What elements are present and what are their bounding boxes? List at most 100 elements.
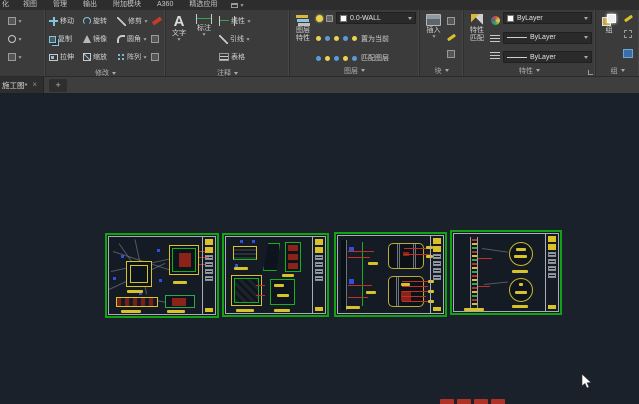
ungroup-icon[interactable] (624, 30, 632, 38)
match-properties-button[interactable]: 特性 匹配 (467, 12, 487, 63)
create-block-icon[interactable] (447, 17, 455, 25)
color-wheel-icon[interactable] (491, 16, 500, 25)
drawing-sheet-4[interactable] (450, 230, 562, 315)
new-drawing-tab-button[interactable]: + (49, 79, 67, 92)
sheet1-detail-bottomright (165, 295, 195, 308)
linetype-sample (507, 57, 527, 58)
label-smudge (121, 310, 141, 313)
match-layer-button[interactable]: 匹配图层 (361, 53, 389, 63)
draw-tool-1[interactable] (8, 12, 42, 30)
ribbon-tab-manage[interactable]: 管理 (45, 0, 75, 10)
insert-block-button[interactable]: 插入 (423, 12, 444, 63)
sheet2-detail-trapezoid (263, 243, 280, 271)
sheet2-detail-bigsquare (231, 275, 262, 306)
scale-button[interactable]: 缩放 (83, 48, 113, 66)
group-selection-toggle-icon[interactable] (623, 49, 633, 58)
label-smudge (173, 281, 187, 284)
copy-button[interactable]: 复制 (49, 30, 79, 48)
sheet2-inner-border (225, 236, 326, 314)
text-button[interactable]: A 文字 (169, 12, 189, 66)
ribbon-tab-view[interactable]: 视图 (15, 0, 45, 10)
layer-thaw-icon[interactable] (334, 56, 339, 61)
panel-properties: 特性 匹配 ByLayer ByLayer (464, 10, 596, 76)
sheet2-title-block (312, 237, 325, 313)
close-icon[interactable]: × (32, 81, 37, 89)
drawing-sheet-3[interactable] (334, 232, 447, 317)
label-smudge (167, 310, 185, 313)
offset-icon[interactable] (151, 53, 159, 61)
ribbon-tab-a360[interactable]: A360 (149, 0, 181, 10)
fillet-button[interactable]: 圆角 (117, 30, 147, 48)
layer-unisolate-icon[interactable] (316, 56, 321, 61)
table-button[interactable]: 表格 (219, 48, 251, 66)
linetype-list-icon[interactable] (490, 51, 500, 59)
ribbon-tab-featured-apps[interactable]: 精选应用 (181, 0, 225, 10)
draw-tool-2[interactable] (8, 30, 42, 48)
ribbon-minimize-button[interactable] (231, 3, 244, 8)
leader-line (402, 296, 426, 297)
leader-line (478, 286, 490, 287)
layer-walk-icon[interactable] (352, 36, 357, 41)
drawing-sheet-1[interactable] (105, 233, 219, 318)
layer-dropdown[interactable]: 0.0-WALL (336, 12, 416, 24)
stretch-button[interactable]: 拉伸 (49, 48, 79, 66)
ribbon-tab-parametric-partial[interactable]: 化 (0, 0, 15, 10)
rotate-icon (83, 17, 91, 25)
drawing-sheet-2[interactable] (222, 233, 329, 317)
erase-icon[interactable] (152, 16, 162, 25)
sheet4-tick-markers (472, 239, 477, 305)
layer-properties-button[interactable]: 图层 特性 (293, 12, 313, 63)
linetype-dropdown[interactable]: ByLayer (503, 51, 592, 63)
layer-isolate-icon[interactable] (316, 15, 323, 22)
sheet2-detail-bottommid (270, 279, 295, 305)
sketch-line (482, 248, 508, 253)
panel-label-group[interactable]: 组 (596, 65, 639, 76)
group-edit-icon[interactable] (623, 15, 632, 23)
label-smudge (277, 294, 289, 297)
lineweight-dropdown[interactable]: ByLayer (503, 32, 592, 44)
trim-button[interactable]: 修剪 (117, 12, 148, 30)
dimension-button[interactable]: 标注 (193, 12, 215, 66)
lineweight-list-icon[interactable] (490, 34, 500, 42)
model-space-canvas[interactable] (0, 93, 639, 404)
panel-label-block[interactable]: 块 (420, 65, 463, 76)
leader-line (348, 285, 372, 286)
file-tab-active[interactable]: 施工图* × (0, 77, 44, 93)
leader-button[interactable]: 引线 (219, 30, 251, 48)
draw-tool-3[interactable] (8, 48, 42, 66)
layer-off-icon[interactable] (316, 36, 321, 41)
group-button[interactable]: 组 (599, 12, 619, 63)
layer-on-icon[interactable] (325, 56, 330, 61)
layer-prev-icon[interactable] (352, 56, 357, 61)
set-current-layer-button[interactable]: 置为当前 (361, 34, 389, 44)
edit-block-icon[interactable] (447, 34, 456, 42)
rotate-button[interactable]: 旋转 (83, 12, 113, 30)
layer-settings-icon[interactable] (326, 15, 333, 22)
red-watermark-clipped (440, 399, 510, 404)
leader-line (402, 281, 430, 282)
object-color-dropdown[interactable]: ByLayer (503, 12, 592, 24)
chevron-down-icon (202, 33, 205, 35)
layer-freeze-icon[interactable] (325, 36, 330, 41)
leader-line (402, 286, 428, 287)
array-button[interactable]: 阵列 (117, 48, 147, 66)
panel-label-properties[interactable]: 特性 (464, 65, 595, 76)
block-editor-icon[interactable] (447, 50, 455, 58)
ribbon-tab-addins[interactable]: 附加模块 (105, 0, 149, 10)
sheet3-inner-border (337, 235, 444, 314)
mirror-button[interactable]: 镜像 (83, 30, 113, 48)
linear-dim-button[interactable]: 线性 (219, 12, 251, 30)
chevron-down-icon (234, 72, 238, 75)
dialog-launcher-icon[interactable] (588, 70, 593, 75)
ribbon-tab-output[interactable]: 输出 (75, 0, 105, 10)
panel-label-layers[interactable]: 图层 (290, 65, 419, 76)
chevron-down-icon (18, 56, 21, 58)
layer-lock-icon[interactable] (334, 36, 339, 41)
explode-icon[interactable] (151, 35, 159, 43)
layer-unlock-icon[interactable] (343, 56, 348, 61)
ribbon: 移动 旋转 修剪 复制 镜像 圆角 拉伸 缩放 阵列 修改 (0, 10, 639, 76)
file-tab-bar: 施工图* × + (0, 76, 639, 93)
sheet3-detail-top (388, 243, 424, 269)
move-button[interactable]: 移动 (49, 12, 79, 30)
layer-isolate2-icon[interactable] (343, 36, 348, 41)
